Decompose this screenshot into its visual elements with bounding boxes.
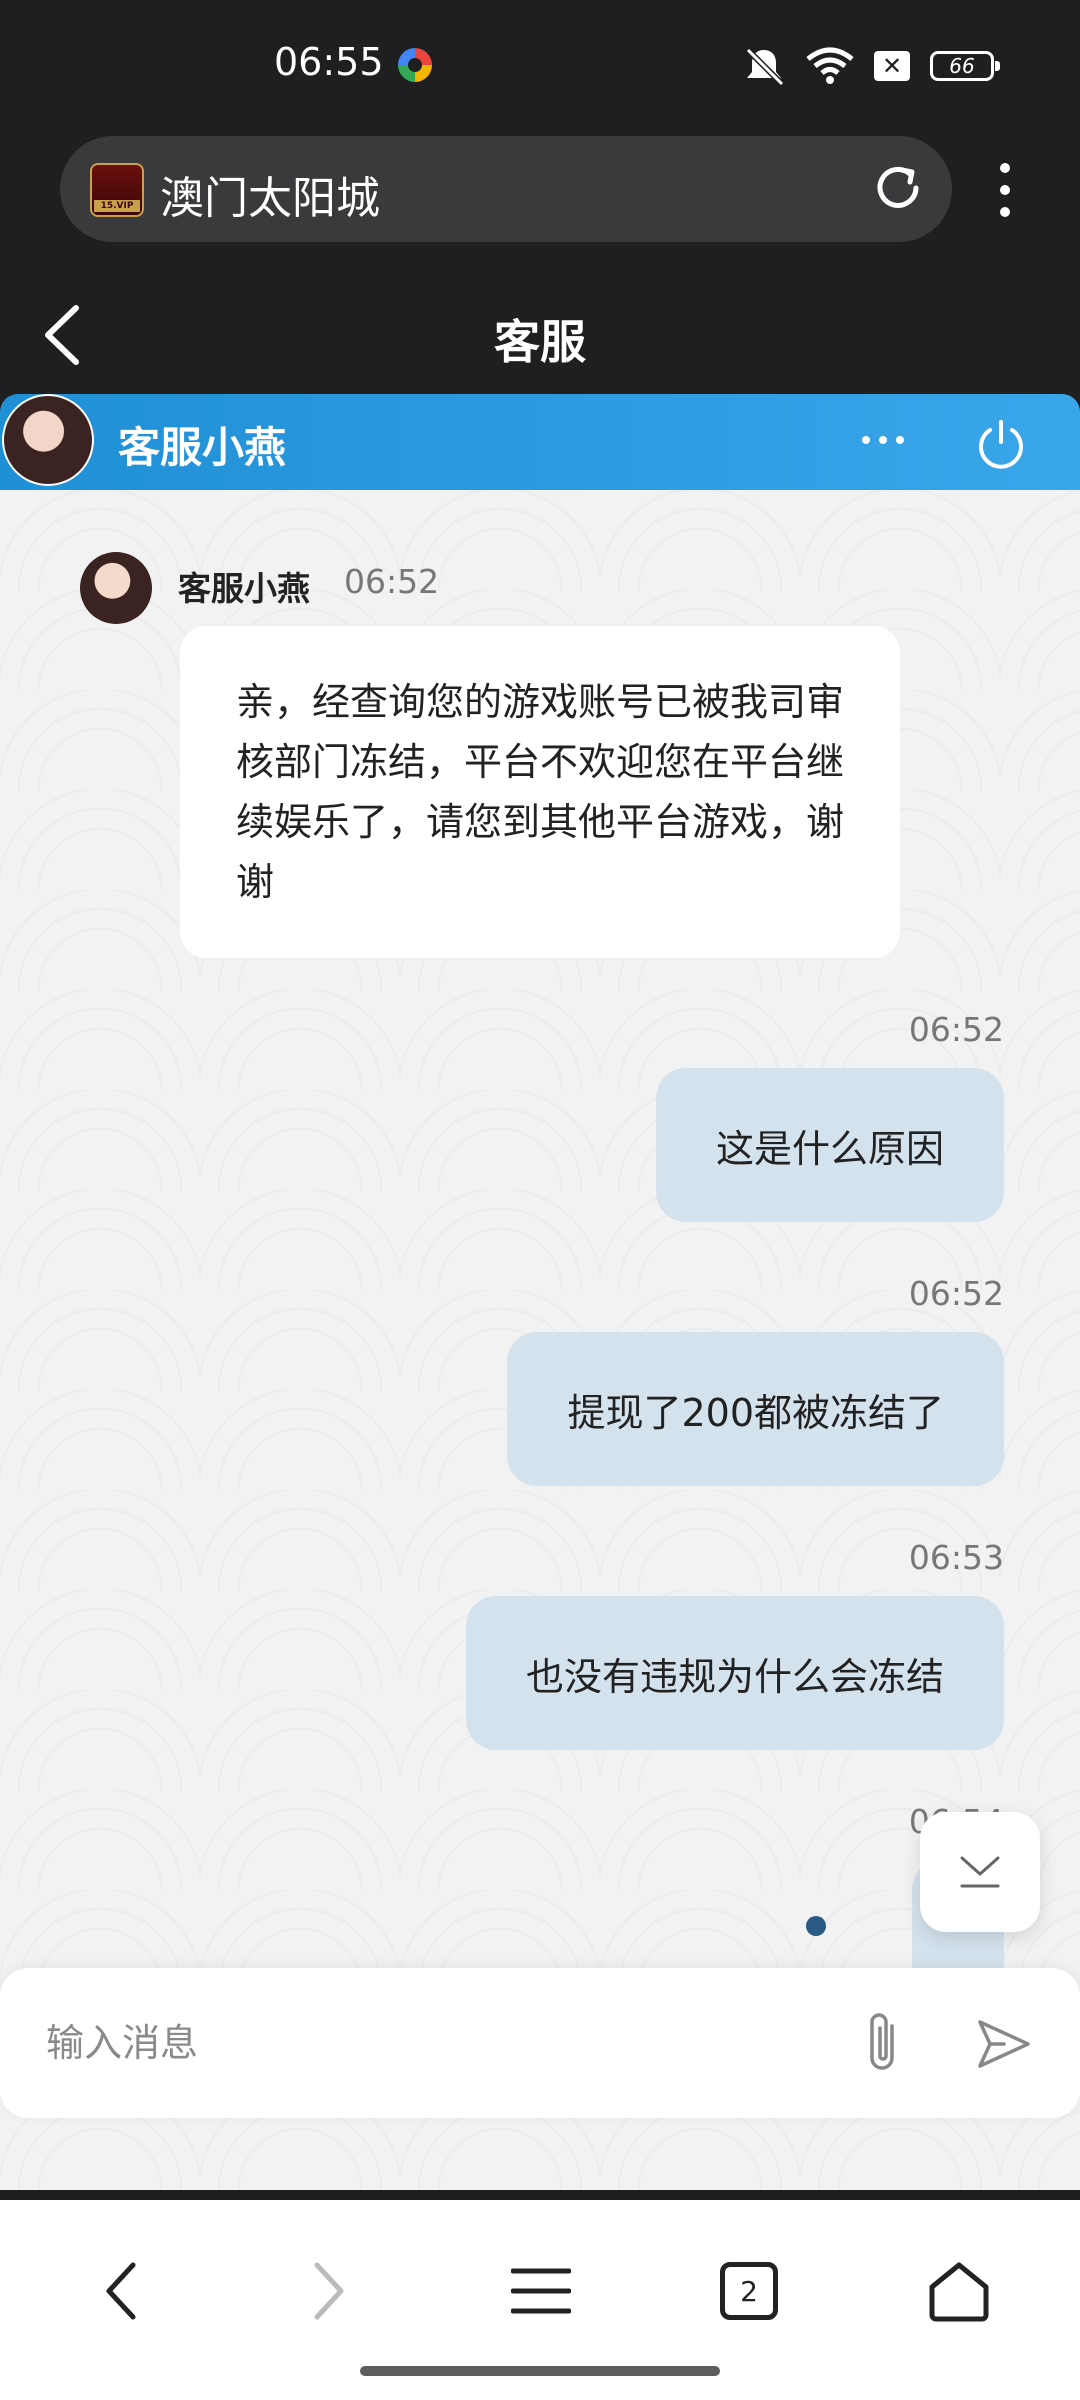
- unread-indicator: [806, 1916, 826, 1936]
- wifi-icon: [806, 47, 854, 84]
- x-box-icon: ✕: [874, 51, 910, 81]
- home-icon: [929, 2262, 989, 2322]
- nav-forward-button[interactable]: [284, 2246, 374, 2336]
- chat-messages[interactable]: 客服小燕 06:52 亲，经查询您的游戏账号已被我司审核部门冻结，平台不欢迎您在…: [0, 490, 1080, 2190]
- chat-header: 客服小燕: [0, 394, 1080, 490]
- home-indicator[interactable]: [360, 2366, 720, 2376]
- back-icon: [106, 2262, 136, 2320]
- user-message-bubble: 提现了200都被冻结了: [507, 1332, 1004, 1486]
- page-header: 客服: [0, 280, 1080, 390]
- forward-icon: [314, 2262, 344, 2320]
- favicon-label: 15.VIP: [94, 200, 140, 212]
- tabs-icon: 2: [720, 2262, 778, 2320]
- battery-icon: 66: [930, 51, 1000, 81]
- menu-icon: [511, 2268, 571, 2314]
- site-title[interactable]: 澳门太阳城: [160, 162, 380, 226]
- app-logo-icon: [398, 48, 432, 82]
- status-icons: ✕ 66: [742, 46, 1000, 86]
- scroll-to-bottom-button[interactable]: [920, 1812, 1040, 1932]
- site-favicon: 15.VIP: [90, 163, 144, 217]
- address-bar[interactable]: 15.VIP 澳门太阳城: [60, 136, 952, 242]
- nav-tabs-button[interactable]: 2: [704, 2246, 794, 2336]
- avatar[interactable]: [80, 552, 152, 624]
- page-title: 客服: [494, 315, 586, 369]
- agent-message-bubble: 亲，经查询您的游戏账号已被我司审核部门冻结，平台不欢迎您在平台继续娱乐了，请您到…: [180, 626, 900, 958]
- status-time: 06:55: [274, 40, 384, 84]
- nav-menu-button[interactable]: [496, 2246, 586, 2336]
- message-time: 06:52: [908, 1010, 1004, 1049]
- agent-name: 客服小燕: [118, 423, 287, 472]
- avatar[interactable]: [2, 394, 94, 486]
- tab-count: 2: [740, 2274, 758, 2308]
- user-message-bubble: 也没有违规为什么会冻结: [465, 1596, 1004, 1750]
- more-horiz-icon[interactable]: [860, 430, 906, 450]
- power-icon[interactable]: [974, 416, 1028, 470]
- nav-home-button[interactable]: [914, 2246, 1004, 2336]
- send-icon[interactable]: [974, 2014, 1034, 2074]
- reload-icon[interactable]: [872, 162, 924, 214]
- message-time: 06:52: [908, 1274, 1004, 1313]
- message-composer: [0, 1968, 1080, 2118]
- message-input[interactable]: [46, 2010, 806, 2076]
- user-message-bubble: 这是什么原因: [655, 1068, 1004, 1222]
- battery-level: 66: [949, 54, 975, 78]
- message-time: 06:52: [344, 562, 440, 601]
- nav-back-button[interactable]: [76, 2246, 166, 2336]
- message-sender: 客服小燕: [178, 569, 310, 608]
- message-time: 06:53: [908, 1538, 1004, 1577]
- more-vert-icon[interactable]: [990, 160, 1020, 220]
- chevron-down-icon: [960, 1856, 1000, 1888]
- status-bar: 06:55 ✕ 66: [0, 0, 1080, 130]
- mute-icon: [745, 47, 785, 86]
- attachment-icon[interactable]: [858, 2008, 910, 2078]
